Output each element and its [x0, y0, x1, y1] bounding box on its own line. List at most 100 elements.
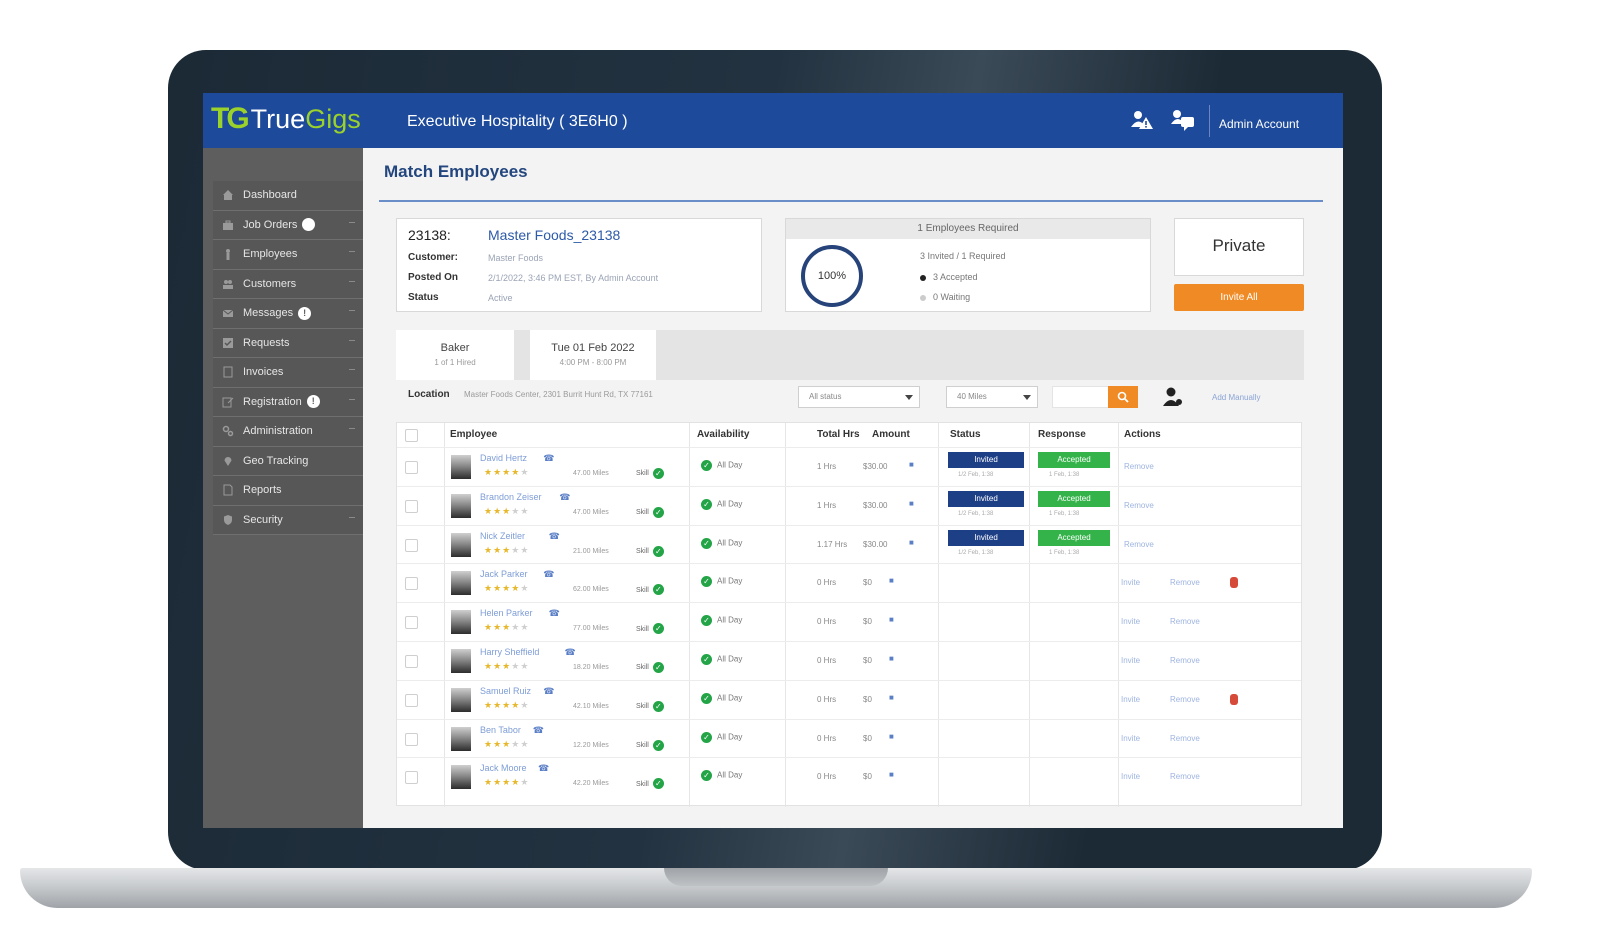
phone-icon[interactable]: ☎: [559, 492, 570, 503]
row-checkbox[interactable]: [405, 461, 418, 474]
admin-account-menu[interactable]: Admin Account: [1219, 117, 1299, 131]
action-remove-link[interactable]: Remove: [1170, 734, 1200, 743]
sidebar-item-security[interactable]: Security: [213, 505, 363, 535]
action-remove-link[interactable]: Remove: [1170, 617, 1200, 626]
trash-icon[interactable]: ■: [889, 770, 894, 779]
action-remove-link[interactable]: Remove: [1124, 462, 1154, 471]
sidebar-item-employees[interactable]: Employees: [213, 240, 363, 270]
header-total-hrs[interactable]: Total Hrs: [817, 423, 860, 447]
row-checkbox[interactable]: [405, 577, 418, 591]
row-checkbox[interactable]: [405, 655, 418, 668]
phone-icon[interactable]: ☎: [565, 647, 576, 658]
add-person-icon[interactable]: [1161, 386, 1185, 408]
status-filter-select[interactable]: All status: [798, 386, 920, 408]
header-employee[interactable]: Employee: [450, 423, 497, 447]
sidebar-item-requests[interactable]: Requests: [213, 328, 363, 358]
sidebar-item-dashboard[interactable]: Dashboard: [213, 181, 363, 211]
row-checkbox[interactable]: [405, 771, 418, 785]
employee-name-link[interactable]: David Hertz: [480, 453, 527, 463]
delete-icon[interactable]: [1230, 577, 1238, 589]
row-checkbox[interactable]: [405, 693, 418, 707]
trash-icon[interactable]: ■: [889, 654, 894, 663]
sidebar-item-reports[interactable]: Reports: [213, 476, 363, 506]
row-checkbox[interactable]: [405, 538, 418, 552]
tab-shift-date[interactable]: Tue 01 Feb 2022 4:00 PM - 8:00 PM: [530, 330, 656, 380]
employee-name-link[interactable]: Nick Zeitler: [480, 531, 525, 541]
truegigs-logo[interactable]: TG True Gigs: [211, 102, 361, 135]
check-circle-icon: ✓: [652, 584, 664, 596]
phone-icon[interactable]: ☎: [538, 763, 549, 774]
header-availability[interactable]: Availability: [697, 423, 749, 447]
invite-all-button[interactable]: Invite All: [1174, 284, 1304, 311]
rating-stars: ★★★★★: [484, 777, 529, 788]
phone-icon[interactable]: ☎: [533, 725, 544, 736]
employee-name-link[interactable]: Jack Parker: [480, 569, 528, 579]
header-response[interactable]: Response: [1038, 423, 1086, 447]
customer-value[interactable]: Master Foods: [488, 253, 543, 263]
action-invite-link[interactable]: Invite: [1121, 656, 1140, 665]
sidebar-item-registration[interactable]: Registration!: [213, 387, 363, 417]
check-circle-icon: ✓: [701, 692, 712, 704]
person-chat-icon[interactable]: [1171, 109, 1195, 131]
trash-icon[interactable]: ■: [909, 499, 914, 508]
add-manually-link[interactable]: Add Manually: [1212, 393, 1260, 402]
sidebar-item-label: Invoices: [243, 366, 284, 379]
waiting-count-text: 0 Waiting: [933, 292, 971, 302]
trash-icon[interactable]: ■: [889, 693, 894, 702]
phone-icon[interactable]: ☎: [549, 608, 560, 619]
search-button[interactable]: [1108, 386, 1138, 408]
status-timestamp: 1/2 Feb, 1:38: [958, 510, 994, 517]
status-filter-value: All status: [809, 392, 842, 401]
star-icon: ★: [502, 699, 512, 710]
employee-name-link[interactable]: Helen Parker: [480, 608, 533, 618]
trash-icon[interactable]: ■: [889, 615, 894, 624]
employee-name-link[interactable]: Jack Moore: [480, 763, 527, 773]
row-checkbox[interactable]: [405, 616, 418, 630]
sidebar-item-label: Job Orders: [243, 218, 298, 231]
sidebar-item-job-orders[interactable]: Job Orders: [213, 210, 363, 240]
star-icon: ★: [520, 699, 530, 710]
header-amount[interactable]: Amount: [872, 423, 910, 447]
employee-name-link[interactable]: Samuel Ruiz: [480, 686, 531, 696]
sidebar-item-administration[interactable]: Administration: [213, 417, 363, 447]
action-remove-link[interactable]: Remove: [1170, 656, 1200, 665]
trash-icon[interactable]: ■: [889, 732, 894, 741]
phone-icon[interactable]: ☎: [543, 686, 554, 697]
action-remove-link[interactable]: Remove: [1170, 578, 1200, 587]
row-checkbox[interactable]: [405, 732, 418, 746]
job-name-link[interactable]: Master Foods_23138: [488, 227, 620, 243]
phone-icon[interactable]: ☎: [549, 531, 560, 542]
action-remove-link[interactable]: Remove: [1170, 695, 1200, 704]
employee-name-link[interactable]: Brandon Zeiser: [480, 492, 542, 502]
header-status[interactable]: Status: [950, 423, 981, 447]
response-badge-accepted: Accepted: [1038, 452, 1110, 468]
employee-name-link[interactable]: Harry Sheffield: [480, 647, 539, 657]
action-remove-link[interactable]: Remove: [1124, 501, 1154, 510]
chevron-icon: [349, 339, 355, 341]
row-checkbox[interactable]: [405, 499, 418, 513]
tab-position[interactable]: Baker 1 of 1 Hired: [396, 330, 514, 380]
phone-icon[interactable]: ☎: [543, 569, 554, 580]
employee-name-link[interactable]: Ben Tabor: [480, 725, 521, 735]
check-circle-icon: ✓: [652, 468, 664, 479]
action-invite-link[interactable]: Invite: [1121, 578, 1140, 587]
trash-icon[interactable]: ■: [909, 538, 914, 547]
action-remove-link[interactable]: Remove: [1170, 772, 1200, 781]
phone-icon[interactable]: ☎: [543, 453, 554, 464]
trash-icon[interactable]: ■: [909, 460, 914, 469]
distance-filter-select[interactable]: 40 Miles: [946, 386, 1038, 408]
delete-icon[interactable]: [1230, 693, 1238, 705]
trash-icon[interactable]: ■: [889, 576, 894, 585]
action-invite-link[interactable]: Invite: [1121, 617, 1140, 626]
sidebar-item-customers[interactable]: Customers: [213, 269, 363, 299]
action-invite-link[interactable]: Invite: [1121, 772, 1140, 781]
action-remove-link[interactable]: Remove: [1124, 540, 1154, 549]
action-invite-link[interactable]: Invite: [1121, 734, 1140, 743]
sidebar-item-invoices[interactable]: Invoices: [213, 358, 363, 388]
sidebar-item-geo-tracking[interactable]: Geo Tracking: [213, 446, 363, 476]
check-circle-icon: ✓: [652, 662, 664, 673]
person-alert-icon[interactable]: [1130, 109, 1154, 131]
sidebar-item-messages[interactable]: Messages!: [213, 299, 363, 329]
select-all-checkbox[interactable]: [405, 429, 418, 442]
action-invite-link[interactable]: Invite: [1121, 695, 1140, 704]
